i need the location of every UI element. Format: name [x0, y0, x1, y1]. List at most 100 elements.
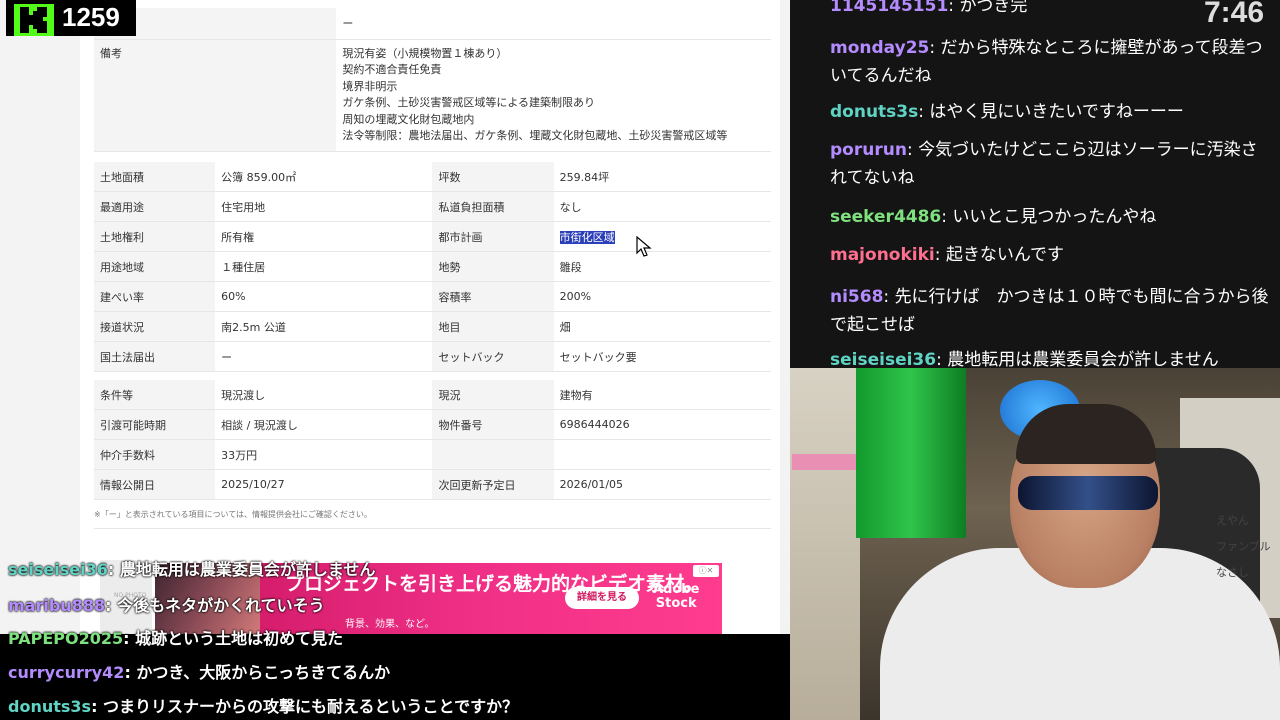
chat-colon: : — [948, 0, 960, 16]
row-value — [553, 439, 771, 470]
chat-colon: : — [918, 102, 930, 122]
chat-username[interactable]: porurun — [830, 140, 907, 160]
row-value: 畑 — [553, 311, 771, 342]
remarks-line: 周知の埋蔵文化財包蔵地内 — [342, 112, 475, 126]
row-value: 所有権 — [215, 221, 433, 252]
row-label: 私道負担面積 — [432, 191, 554, 222]
chat-message: majonokiki: 起きないんです — [830, 241, 1270, 269]
overlay-chat-username: donuts3s — [8, 697, 92, 716]
row-label: 物件番号 — [432, 409, 554, 440]
remarks-line: ガケ条例、土砂災害警戒区域等による建築制限あり — [342, 96, 596, 109]
chat-username[interactable]: seiseisei36 — [830, 350, 936, 368]
chat-username[interactable]: majonokiki — [830, 245, 935, 265]
overlay-chat-text: 今後もネタがかくれていそう — [117, 596, 325, 615]
overlay-chat-colon: : — [91, 697, 104, 716]
row-label: 国土法届出 — [94, 341, 216, 372]
overlay-chat-text: かつき、大阪からこっちきてるんか — [136, 663, 391, 682]
mouse-cursor-icon — [636, 235, 652, 262]
chat-username[interactable]: seeker4486 — [830, 207, 941, 227]
viewer-count: 1259 — [62, 2, 120, 32]
row-label: 情報公開日 — [94, 469, 216, 500]
cam-green-cloth — [856, 368, 966, 538]
remarks-line: 現況有姿（小規模物置１棟あり） — [342, 46, 508, 60]
ad-subtext: 背景、効果、など。 — [345, 619, 435, 630]
chat-colon: : — [941, 207, 953, 227]
row-value: 60% — [215, 281, 433, 312]
chat-message: ni568: 先に行けば かつきは１０時でも間に合うから後で起こせば — [830, 283, 1270, 339]
webcam-feed: えやん ファンブル なさし — [790, 368, 1280, 720]
table-row: 接道状況 南2.5m 公道 地目畑 — [94, 311, 771, 342]
chat-message: seeker4486: いいとこ見つかったんやね — [830, 203, 1270, 231]
row-value: 南2.5m 公道 — [215, 311, 433, 342]
chat-username[interactable]: monday25 — [830, 38, 929, 58]
table-row: 仲介手数料 33万円 — [94, 439, 771, 470]
row-label: 建ぺい率 — [94, 281, 216, 312]
property-table-1: 土地面積 公簿 859.00㎡ 坪数 259.84坪 最適用途 住宅用地 私道負担面積 なし土… — [94, 162, 771, 372]
selected-text: 市街化区域 — [559, 230, 615, 244]
row-value: 2026/01/05 — [553, 469, 771, 500]
row-value: セットバック要 — [553, 341, 771, 372]
overlay-chat-text: 城跡という土地は初めて見た — [135, 629, 344, 648]
chat-message: monday25: だから特殊なところに擁壁があって段差ついてるんだね — [830, 34, 1270, 90]
property-table-2: 条件等 現況渡し 現況 建物有 引渡可能時期 相談 / 現況渡し 物件番号 698644402… — [94, 380, 771, 500]
table-row: 土地権利 所有権 都市計画 市街化区域 — [94, 221, 771, 252]
row-label: 現況 — [432, 380, 554, 410]
row-label: 条件等 — [94, 380, 216, 410]
row-label: 土地面積 — [94, 162, 216, 192]
row-label: 都市計画 — [432, 221, 554, 252]
overlay-chat-username: seiseisei36 — [8, 560, 108, 579]
overlay-chat-message: maribu888: 今後もネタがかくれていそう — [8, 592, 325, 616]
overlay-chat-colon: : — [107, 560, 120, 579]
table-row: 引渡可能時期 相談 / 現況渡し 物件番号 6986444026 — [94, 409, 771, 440]
remarks-table: ...積 ー 備考 現況有姿（小規模物置１棟あり）契約不適合責任免責境界非明示ガ… — [94, 8, 771, 152]
row-value: 現況渡し — [215, 380, 433, 410]
cam-sunglasses — [1018, 476, 1158, 510]
overlay-chat-username: currycurry42 — [8, 663, 125, 682]
overlay-chat-message: donuts3s: つまりリスナーからの攻撃にも耐えるということですか？ — [8, 693, 518, 717]
ad-details-button[interactable]: 詳細を見る — [565, 587, 639, 609]
chat-panel: 7:46 1145145151: かつき完 monday25: だから特殊なところ… — [790, 0, 1280, 368]
chat-message: porurun: 今気づいたけどここら辺はソーラーに汚染されてないね — [830, 136, 1270, 192]
row-value: なし — [553, 191, 771, 222]
row-label: 地目 — [432, 311, 554, 342]
chat-username[interactable]: 1145145151 — [830, 0, 948, 16]
overlay-chat-username: PAPEPO2025 — [8, 629, 124, 648]
kick-logo-icon — [14, 4, 54, 36]
chat-colon: : — [929, 38, 941, 58]
ad-brand-line2: Stock — [655, 596, 697, 611]
footnote: ※「ー」と表示されている項目については、情報提供会社にご確認ください。 — [94, 510, 372, 519]
row-value: 市街化区域 — [553, 221, 771, 252]
row-value: １種住居 — [215, 251, 433, 282]
row-value: ー — [336, 8, 771, 40]
ad-info-close-icon[interactable]: ⓘ✕ — [693, 565, 719, 577]
row-value: ー — [215, 341, 433, 372]
cam-pink-box — [792, 454, 856, 470]
chat-username[interactable]: donuts3s — [830, 102, 918, 122]
overlay-chat-colon: : — [123, 629, 136, 648]
cam-background-sign: えやん ファンブル なさし — [1216, 514, 1271, 579]
row-label: 地勢 — [432, 251, 554, 282]
row-value: 33万円 — [215, 439, 433, 470]
chat-username[interactable]: ni568 — [830, 287, 883, 307]
chat-message: 1145145151: かつき完 — [830, 0, 1270, 20]
row-label: 最適用途 — [94, 191, 216, 222]
ad-brand-logo: Adobe Stock — [653, 583, 699, 611]
chat-message: donuts3s: はやく見にいきたいですねーーー — [830, 98, 1270, 126]
row-value: 200% — [553, 281, 771, 312]
chat-colon: : — [934, 245, 946, 265]
chat-message: seiseisei36: 農地転用は農業委員会が許しません — [830, 346, 1270, 368]
overlay-chat-colon: : — [105, 596, 118, 615]
row-value: 公簿 859.00㎡ — [215, 162, 433, 192]
chat-colon: : — [936, 350, 948, 368]
chat-colon: : — [883, 287, 895, 307]
row-label: 接道状況 — [94, 311, 216, 342]
viewer-count-badge: 1259 — [6, 0, 136, 36]
row-label — [432, 439, 554, 470]
ad-brand-line1: Adobe — [653, 582, 700, 597]
row-label: 用途地域 — [94, 251, 216, 282]
overlay-chat-text: つまりリスナーからの攻撃にも耐えるということですか？ — [103, 697, 519, 716]
row-value: 259.84坪 — [553, 162, 771, 192]
overlay-chat-text: 農地転用は農業委員会が許しません — [119, 560, 376, 579]
row-value: 相談 / 現況渡し — [215, 409, 433, 440]
remarks-line: 契約不適合責任免責 — [342, 63, 442, 76]
